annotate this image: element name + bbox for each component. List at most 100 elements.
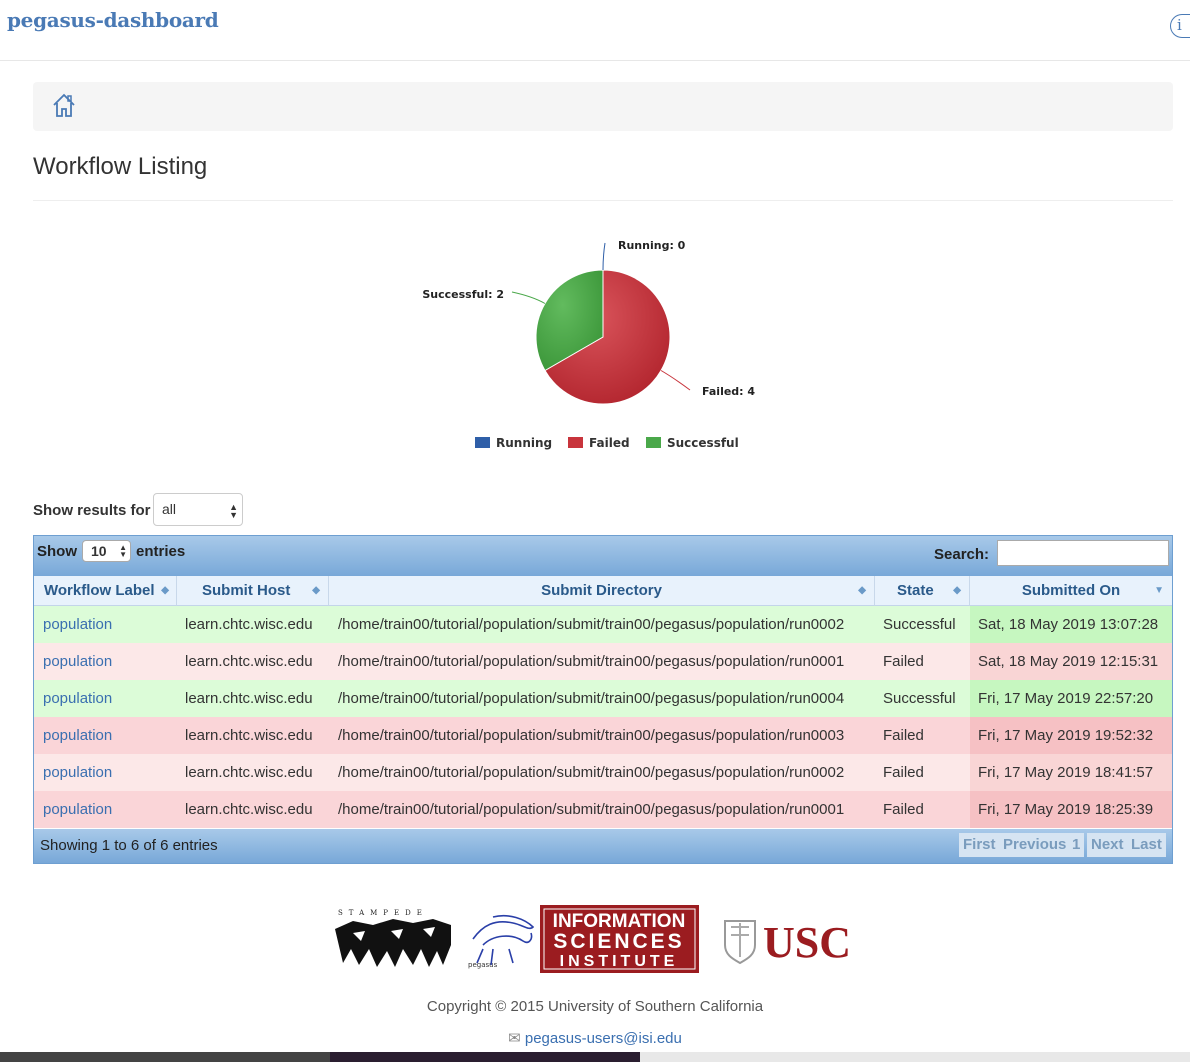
cell-state: Failed [883,653,924,670]
cell-submit-host: learn.chtc.wisc.edu [185,653,313,670]
contact: ✉ pegasus-users@isi.edu [0,1029,1190,1047]
legend-swatch-running[interactable] [475,437,490,448]
table-footer: Showing 1 to 6 of 6 entries First Previo… [34,829,1172,863]
legend-swatch-successful[interactable] [646,437,661,448]
cell-state: Successful [883,616,956,633]
legend-label-running[interactable]: Running [496,436,552,450]
column-header-workflow-label[interactable]: Workflow Label ◆ [34,576,177,606]
table-row[interactable]: population learn.chtc.wisc.edu/home/train… [34,606,1172,643]
cell-submit-host: learn.chtc.wisc.edu [185,690,313,707]
table-toolbar: Show 10 ▲ ▼ entries Search: [34,536,1172,576]
column-header-submit-directory[interactable]: Submit Directory ◆ [329,576,875,606]
search-input[interactable] [997,540,1169,566]
page-length-select[interactable]: 10 ▲ ▼ [82,540,131,562]
stampede-text: STAMPEDE [338,909,428,917]
pie-callout-failed: Failed: 4 [702,385,755,398]
cell-submit-directory: /home/train00/tutorial/population/submit… [338,653,845,670]
sort-desc-icon: ▼ [1154,585,1164,596]
page-title: Workflow Listing [33,153,208,180]
pegasus-logo[interactable]: pegasus [468,914,535,969]
column-header-submit-host[interactable]: Submit Host ◆ [177,576,329,606]
page-length-value: 10 [91,543,107,559]
cell-submitted-on: Sat, 18 May 2019 12:15:31 [978,653,1159,670]
cell-workflow-label[interactable]: population [43,643,112,680]
usc-logo[interactable]: USC [724,918,851,967]
workflow-status-pie-chart: Running: 0 Failed: 4 Successful: 2 Running… [422,239,755,450]
cell-submitted-on: Fri, 17 May 2019 18:41:57 [978,764,1154,781]
underlying-window-strip [0,1052,1190,1062]
cell-state: Successful [883,690,956,707]
cell-submit-directory: /home/train00/tutorial/population/submit… [338,727,845,744]
table-row[interactable]: population learn.chtc.wisc.edu/home/train… [34,754,1172,791]
show-results-select[interactable]: all ▲ ▼ [153,493,243,526]
info-icon[interactable]: i [1170,14,1190,38]
cell-state: Failed [883,727,924,744]
column-header-text: Workflow Label [44,582,155,599]
table-row[interactable]: population learn.chtc.wisc.edu/home/train… [34,680,1172,717]
isi-line-1: INFORMATION [553,911,686,932]
copyright-text: Copyright © 2015 University of Southern … [426,998,764,1015]
cell-submitted-on: Fri, 17 May 2019 22:57:20 [978,690,1154,707]
legend-swatch-failed[interactable] [568,437,583,448]
legend-label-successful[interactable]: Successful [667,436,739,450]
column-header-text: Submit Directory [541,582,662,599]
brand-title[interactable]: pegasus-dashboard [7,8,219,32]
pie-callout-line-failed [660,370,691,391]
show-results-label: Show results for [33,502,151,519]
pager-page-1[interactable]: 1 [1068,833,1085,857]
sort-icon: ◆ [161,585,169,596]
pager-last[interactable]: Last [1127,833,1166,857]
select-arrows-icon: ▲ ▼ [119,543,127,559]
divider [33,200,1173,201]
cell-workflow-label[interactable]: population [43,754,112,791]
breadcrumb [33,82,1173,131]
pie-callout-running: Running: 0 [618,239,686,252]
pie-callout-line-running [602,242,606,271]
show-label: Show [37,543,77,560]
cell-submitted-on: Sat, 18 May 2019 13:07:28 [978,616,1159,633]
workflow-table: Show 10 ▲ ▼ entries Search: Workflow Labe… [33,535,1173,864]
pie-callout-line-successful [511,291,546,304]
cell-submit-host: learn.chtc.wisc.edu [185,616,313,633]
column-header-text: Submit Host [202,582,291,599]
cell-workflow-label[interactable]: population [43,717,112,754]
contact-email-link[interactable]: pegasus-users@isi.edu [525,1030,682,1047]
sort-icon: ◆ [312,585,320,596]
cell-workflow-label[interactable]: population [43,606,112,643]
legend-label-failed[interactable]: Failed [589,436,630,450]
sort-icon: ◆ [858,585,866,596]
footer-logos: STAMPEDE pegasus INFORMATION SCIENCES IN… [335,905,851,973]
column-header-state[interactable]: State ◆ [875,576,970,606]
isi-line-3: INSTITUTE [560,953,679,970]
envelope-icon: ✉ [508,1030,521,1047]
cell-submit-directory: /home/train00/tutorial/population/submit… [338,690,845,707]
usc-text: USC [763,918,851,967]
column-header-text: State [897,582,934,599]
navbar: pegasus-dashboard i [0,0,1190,61]
table-row[interactable]: population learn.chtc.wisc.edu/home/train… [34,791,1172,828]
cell-submit-directory: /home/train00/tutorial/population/submit… [338,616,845,633]
table-row[interactable]: population learn.chtc.wisc.edu/home/train… [34,643,1172,680]
cell-submitted-on: Fri, 17 May 2019 18:25:39 [978,801,1154,818]
home-icon[interactable] [51,92,77,123]
pager-first[interactable]: First [959,833,1000,857]
cell-submitted-on: Fri, 17 May 2019 19:52:32 [978,727,1154,744]
pager-next[interactable]: Next [1087,833,1128,857]
isi-line-2: SCIENCES [553,930,684,953]
cell-state: Failed [883,801,924,818]
cell-workflow-label[interactable]: population [43,680,112,717]
show-results-value: all [162,501,177,517]
pager-previous[interactable]: Previous [999,833,1071,857]
column-header-submitted-on[interactable]: Submitted On ▼ [970,576,1172,606]
search-label: Search: [934,546,990,563]
column-header-text: Submitted On [1021,582,1121,599]
isi-logo[interactable]: INFORMATION SCIENCES INSTITUTE [540,905,699,973]
stampede-logo[interactable]: STAMPEDE [335,909,451,967]
sort-icon: ◆ [953,585,961,596]
table-row[interactable]: population learn.chtc.wisc.edu/home/train… [34,717,1172,754]
cell-workflow-label[interactable]: population [43,791,112,828]
pie-callout-successful: Successful: 2 [422,288,504,301]
entries-label: entries [136,543,186,560]
select-arrows-icon: ▲ ▼ [229,502,238,520]
cell-submit-host: learn.chtc.wisc.edu [185,764,313,781]
